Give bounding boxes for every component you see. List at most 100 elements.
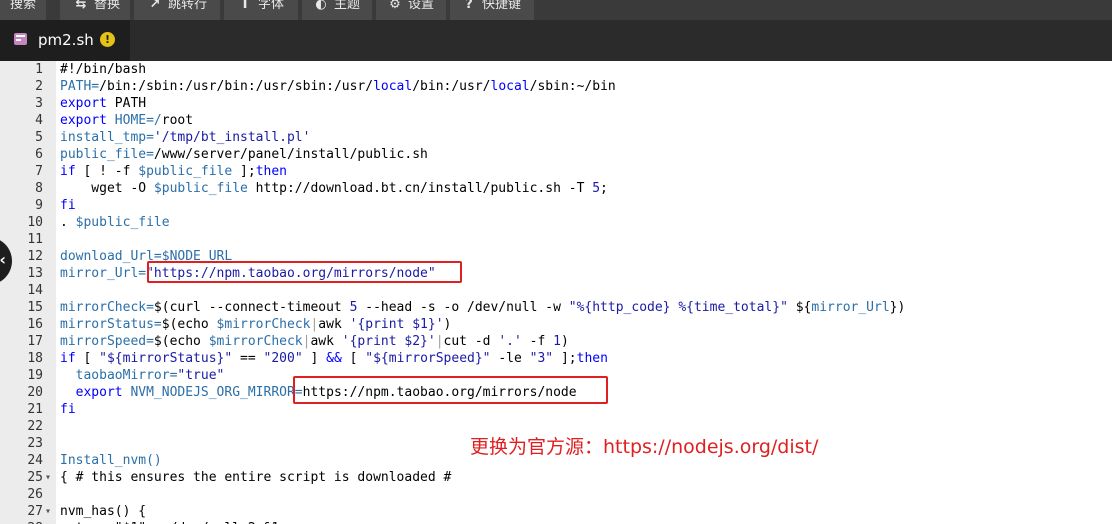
code-token: [ ! -f	[75, 164, 139, 179]
code-token: /www/server/panel/install/public.sh	[153, 147, 428, 162]
code-token: { # this ensures the entire script is do…	[60, 470, 452, 485]
fold-arrow-icon[interactable]: ▾	[45, 469, 55, 486]
code-line[interactable]: 22	[0, 418, 1112, 435]
code-line[interactable]: 5 install_tmp='/tmp/bt_install.pl'	[0, 129, 1112, 146]
code-token: ;	[600, 181, 608, 196]
code-token: if	[60, 351, 76, 366]
line-number: 9	[35, 198, 43, 213]
line-number: 2	[35, 79, 43, 94]
code-token: local	[373, 79, 413, 94]
code-text: if [ "${mirrorStatus}" == "200" ] && [ "…	[60, 350, 608, 367]
line-number: 25	[27, 470, 43, 485]
code-token: export	[60, 96, 107, 111]
code-token: [	[341, 351, 366, 366]
code-line[interactable]: 28 type "$1" > /dev/null 2>&1	[0, 520, 1112, 524]
code-token: "200"	[263, 351, 303, 366]
code-token: NVM_NODEJS_ORG_MIRROR=	[122, 385, 303, 400]
code-token: export	[60, 385, 123, 400]
toolbar-goto-line-button[interactable]: ↗ 跳转行	[134, 0, 220, 20]
line-number: 16	[27, 317, 43, 332]
code-token: 5	[592, 181, 601, 196]
search-icon: ⌕	[0, 0, 4, 16]
highlight-box-mirror-url	[147, 261, 462, 283]
code-line[interactable]: 9 fi	[0, 197, 1112, 214]
code-token: $(echo	[161, 317, 217, 332]
code-line[interactable]: 17 mirrorSpeed=$(echo $mirrorCheck | awk '{…	[0, 333, 1112, 350]
code-token: /bin:/usr/	[412, 79, 491, 94]
code-line[interactable]: 14	[0, 282, 1112, 299]
code-text: public_file=/www/server/panel/install/pu…	[60, 146, 428, 163]
fold-arrow-icon[interactable]: ▾	[45, 503, 55, 520]
code-line[interactable]: 8 wget -O $public_file http://download.b…	[0, 180, 1112, 197]
tab-pm2-sh[interactable]: pm2.sh !	[0, 20, 130, 61]
code-token: $public_file	[138, 164, 233, 179]
code-text: mirrorSpeed=$(echo $mirrorCheck | awk '{pr…	[60, 333, 569, 350]
code-token: -f	[521, 334, 554, 349]
line-number: 27	[27, 504, 43, 519]
code-token: then	[255, 164, 287, 179]
font-icon: T	[240, 0, 250, 12]
code-line[interactable]: 10. $public_file	[0, 214, 1112, 231]
code-line[interactable]: 16 mirrorStatus=$(echo $mirrorCheck|awk '…	[0, 316, 1112, 333]
toolbar-settings-button[interactable]: ⚙ 设置	[376, 0, 446, 20]
code-token: PATH	[106, 96, 147, 111]
code-line[interactable]: 27 ▾ nvm_has() {	[0, 503, 1112, 520]
toolbar-replace-button[interactable]: ⇆ 替换	[60, 0, 130, 20]
code-line[interactable]: 6 public_file=/www/server/panel/install/p…	[0, 146, 1112, 163]
toolbar-font-button[interactable]: T 字体	[224, 0, 298, 20]
code-text: mirrorStatus=$(echo $mirrorCheck|awk '{p…	[60, 316, 451, 333]
code-token: ]	[302, 351, 327, 366]
line-number: 6	[35, 147, 43, 162]
line-number: 17	[27, 334, 43, 349]
code-token: '{print $1}'	[349, 317, 444, 332]
code-line[interactable]: 2 PATH=/bin:/sbin:/usr/bin:/usr/sbin:/usr…	[0, 78, 1112, 95]
code-line[interactable]: 3 export PATH	[0, 95, 1112, 112]
line-number: 20	[27, 385, 43, 400]
code-text: if [ ! -f $public_file ];then	[60, 163, 287, 180]
annotation-note: 更换为官方源：https://nodejs.org/dist/	[470, 436, 819, 458]
code-token: ==	[232, 351, 264, 366]
code-token: HOME=/	[106, 113, 162, 128]
code-line[interactable]: 25 ▾ { # this ensures the entire script is…	[0, 469, 1112, 486]
code-line[interactable]: 18 if [ "${mirrorStatus}" == "200" ] && […	[0, 350, 1112, 367]
code-text: fi	[60, 401, 76, 418]
code-token: ${	[787, 300, 812, 315]
code-token: $mirrorCheck	[216, 317, 311, 332]
code-text: export PATH	[60, 95, 146, 112]
code-editor[interactable]: 1 #!/bin/bash 2 PATH=/bin:/sbin:/usr/bin:/u…	[0, 61, 1112, 524]
code-token: #!/bin/bash	[60, 62, 147, 77]
code-text: mirrorCheck=$(curl --connect-timeout 5 -…	[60, 299, 905, 316]
code-token: )	[560, 334, 569, 349]
toolbar-theme-button[interactable]: ◐ 主题	[302, 0, 372, 20]
line-number: 19	[27, 368, 43, 383]
code-line[interactable]: 26	[0, 486, 1112, 503]
line-number: 4	[35, 113, 43, 128]
line-number: 8	[35, 181, 43, 196]
line-number: 18	[27, 351, 43, 366]
toolbar-theme-label: 主题	[334, 0, 361, 12]
code-token: '/tmp/bt_install.pl'	[153, 130, 311, 145]
toolbar-shortcut-button[interactable]: ? 快捷键	[450, 0, 534, 20]
code-line[interactable]: 7 if [ ! -f $public_file ];then	[0, 163, 1112, 180]
code-line[interactable]: 1 #!/bin/bash	[0, 61, 1112, 78]
code-line[interactable]: 15 mirrorCheck=$(curl --connect-timeout 5…	[0, 299, 1112, 316]
line-number: 15	[27, 300, 43, 315]
toolbar-search-button[interactable]: ⌕ 搜索	[0, 0, 46, 20]
code-token: mirrorStatus=	[60, 317, 162, 332]
code-line[interactable]: 4 export HOME=/root	[0, 112, 1112, 129]
code-token: })	[889, 300, 906, 315]
code-token: --head -s -o /dev/null -w	[357, 300, 569, 315]
code-token: .	[60, 215, 76, 230]
unsaved-warning-icon: !	[100, 32, 115, 47]
code-token: wget -O	[60, 181, 154, 196]
code-token: root	[161, 113, 194, 128]
code-token: '.'	[498, 334, 522, 349]
line-number: 23	[27, 436, 43, 451]
shortcut-icon: ?	[465, 0, 473, 12]
code-token: ];	[232, 164, 256, 179]
code-line[interactable]: 11	[0, 231, 1112, 248]
code-token: -le	[490, 351, 530, 366]
code-text: . $public_file	[60, 214, 170, 231]
line-number: 1	[35, 62, 43, 77]
code-token: "true"	[177, 368, 225, 383]
